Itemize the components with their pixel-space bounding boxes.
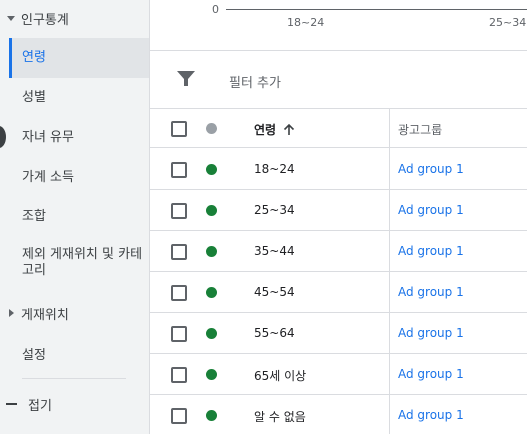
- ad-group-link[interactable]: Ad group 1: [398, 162, 464, 176]
- collapse-label: 접기: [28, 398, 52, 414]
- table-row[interactable]: 65세 이상 Ad group 1: [150, 354, 527, 395]
- age-cell: 25~34: [254, 203, 295, 217]
- age-cell: 35~44: [254, 244, 295, 258]
- sidebar-item-exclusions[interactable]: 제외 게재위치 및 카테고리: [9, 247, 147, 285]
- section-placements-label: 게재위치: [21, 307, 69, 323]
- ad-group-link[interactable]: Ad group 1: [398, 326, 464, 340]
- row-checkbox[interactable]: [171, 408, 187, 424]
- row-checkbox[interactable]: [171, 285, 187, 301]
- row-checkbox[interactable]: [171, 162, 187, 178]
- ad-group-link[interactable]: Ad group 1: [398, 408, 464, 422]
- status-dot: [206, 287, 217, 298]
- sidebar-item-label: 연령: [22, 50, 46, 65]
- axis-zero-label: 0: [212, 3, 219, 16]
- select-all-checkbox[interactable]: [171, 121, 187, 137]
- axis-tick-label: 18~24: [287, 16, 325, 29]
- status-dot: [206, 205, 217, 216]
- table-row[interactable]: 55~64 Ad group 1: [150, 313, 527, 354]
- collapse-button[interactable]: 접기: [6, 392, 52, 416]
- status-dot: [206, 410, 217, 421]
- status-dot: [206, 246, 217, 257]
- ad-group-link[interactable]: Ad group 1: [398, 203, 464, 217]
- drag-handle[interactable]: [0, 126, 6, 148]
- status-dot: [206, 164, 217, 175]
- sidebar-item-label: 성별: [22, 90, 46, 105]
- sidebar-item-settings[interactable]: 설정: [22, 341, 46, 365]
- age-cell: 45~54: [254, 285, 295, 299]
- sidebar: 인구통계 연령 성별 자녀 유무 가계 소득 조합 제외 게재위치 및 카테고리…: [0, 0, 150, 434]
- table-row[interactable]: 35~44 Ad group 1: [150, 231, 527, 272]
- sidebar-item-household-income[interactable]: 가계 소득: [9, 166, 149, 190]
- chart-axis: 0 18~24 25~34: [150, 0, 527, 50]
- sidebar-divider: [22, 378, 126, 379]
- sidebar-item-label: 제외 게재위치 및 카테고리: [22, 247, 143, 278]
- sort-ascending-icon: [284, 123, 295, 135]
- sidebar-item-gender[interactable]: 성별: [9, 86, 149, 110]
- sidebar-item-label: 자녀 유무: [22, 130, 74, 145]
- sidebar-item-combinations[interactable]: 조합: [9, 205, 149, 229]
- row-checkbox[interactable]: [171, 326, 187, 342]
- sidebar-item-parental-status[interactable]: 자녀 유무: [9, 126, 149, 150]
- table-header: 연령 광고그룹: [150, 108, 527, 148]
- filter-icon[interactable]: [177, 71, 195, 87]
- ad-group-link[interactable]: Ad group 1: [398, 367, 464, 381]
- ad-group-link[interactable]: Ad group 1: [398, 285, 464, 299]
- add-filter-label[interactable]: 필터 추가: [229, 72, 281, 91]
- main-content: 0 18~24 25~34 필터 추가 연령 광고그룹 18~24 Ad gro…: [150, 0, 527, 434]
- age-column-header[interactable]: 연령: [254, 121, 295, 138]
- sidebar-item-age[interactable]: 연령: [9, 38, 149, 78]
- age-cell: 18~24: [254, 162, 295, 176]
- ad-group-column-header[interactable]: 광고그룹: [398, 121, 442, 138]
- ad-group-link[interactable]: Ad group 1: [398, 244, 464, 258]
- sidebar-item-label: 가계 소득: [22, 170, 74, 185]
- row-checkbox[interactable]: [171, 203, 187, 219]
- status-header-icon: [206, 123, 217, 134]
- table-row[interactable]: 25~34 Ad group 1: [150, 190, 527, 231]
- sidebar-item-label: 설정: [22, 347, 46, 363]
- status-dot: [206, 369, 217, 380]
- axis-line: [226, 9, 527, 10]
- chevron-right-icon: [9, 309, 14, 317]
- row-checkbox[interactable]: [171, 367, 187, 383]
- table-row[interactable]: 알 수 없음 Ad group 1: [150, 395, 527, 436]
- age-header-label: 연령: [254, 123, 277, 137]
- axis-tick-label: 25~34: [489, 16, 527, 29]
- age-cell: 65세 이상: [254, 369, 307, 383]
- sidebar-item-label: 조합: [22, 209, 46, 224]
- minus-icon: [6, 403, 17, 405]
- status-dot: [206, 328, 217, 339]
- age-cell: 55~64: [254, 326, 295, 340]
- section-demographics-label: 인구통계: [21, 12, 69, 28]
- chevron-down-icon: [7, 16, 15, 21]
- filter-bar[interactable]: 필터 추가: [150, 50, 527, 109]
- table-row[interactable]: 18~24 Ad group 1: [150, 149, 527, 190]
- table-row[interactable]: 45~54 Ad group 1: [150, 272, 527, 313]
- row-checkbox[interactable]: [171, 244, 187, 260]
- age-cell: 알 수 없음: [254, 410, 306, 424]
